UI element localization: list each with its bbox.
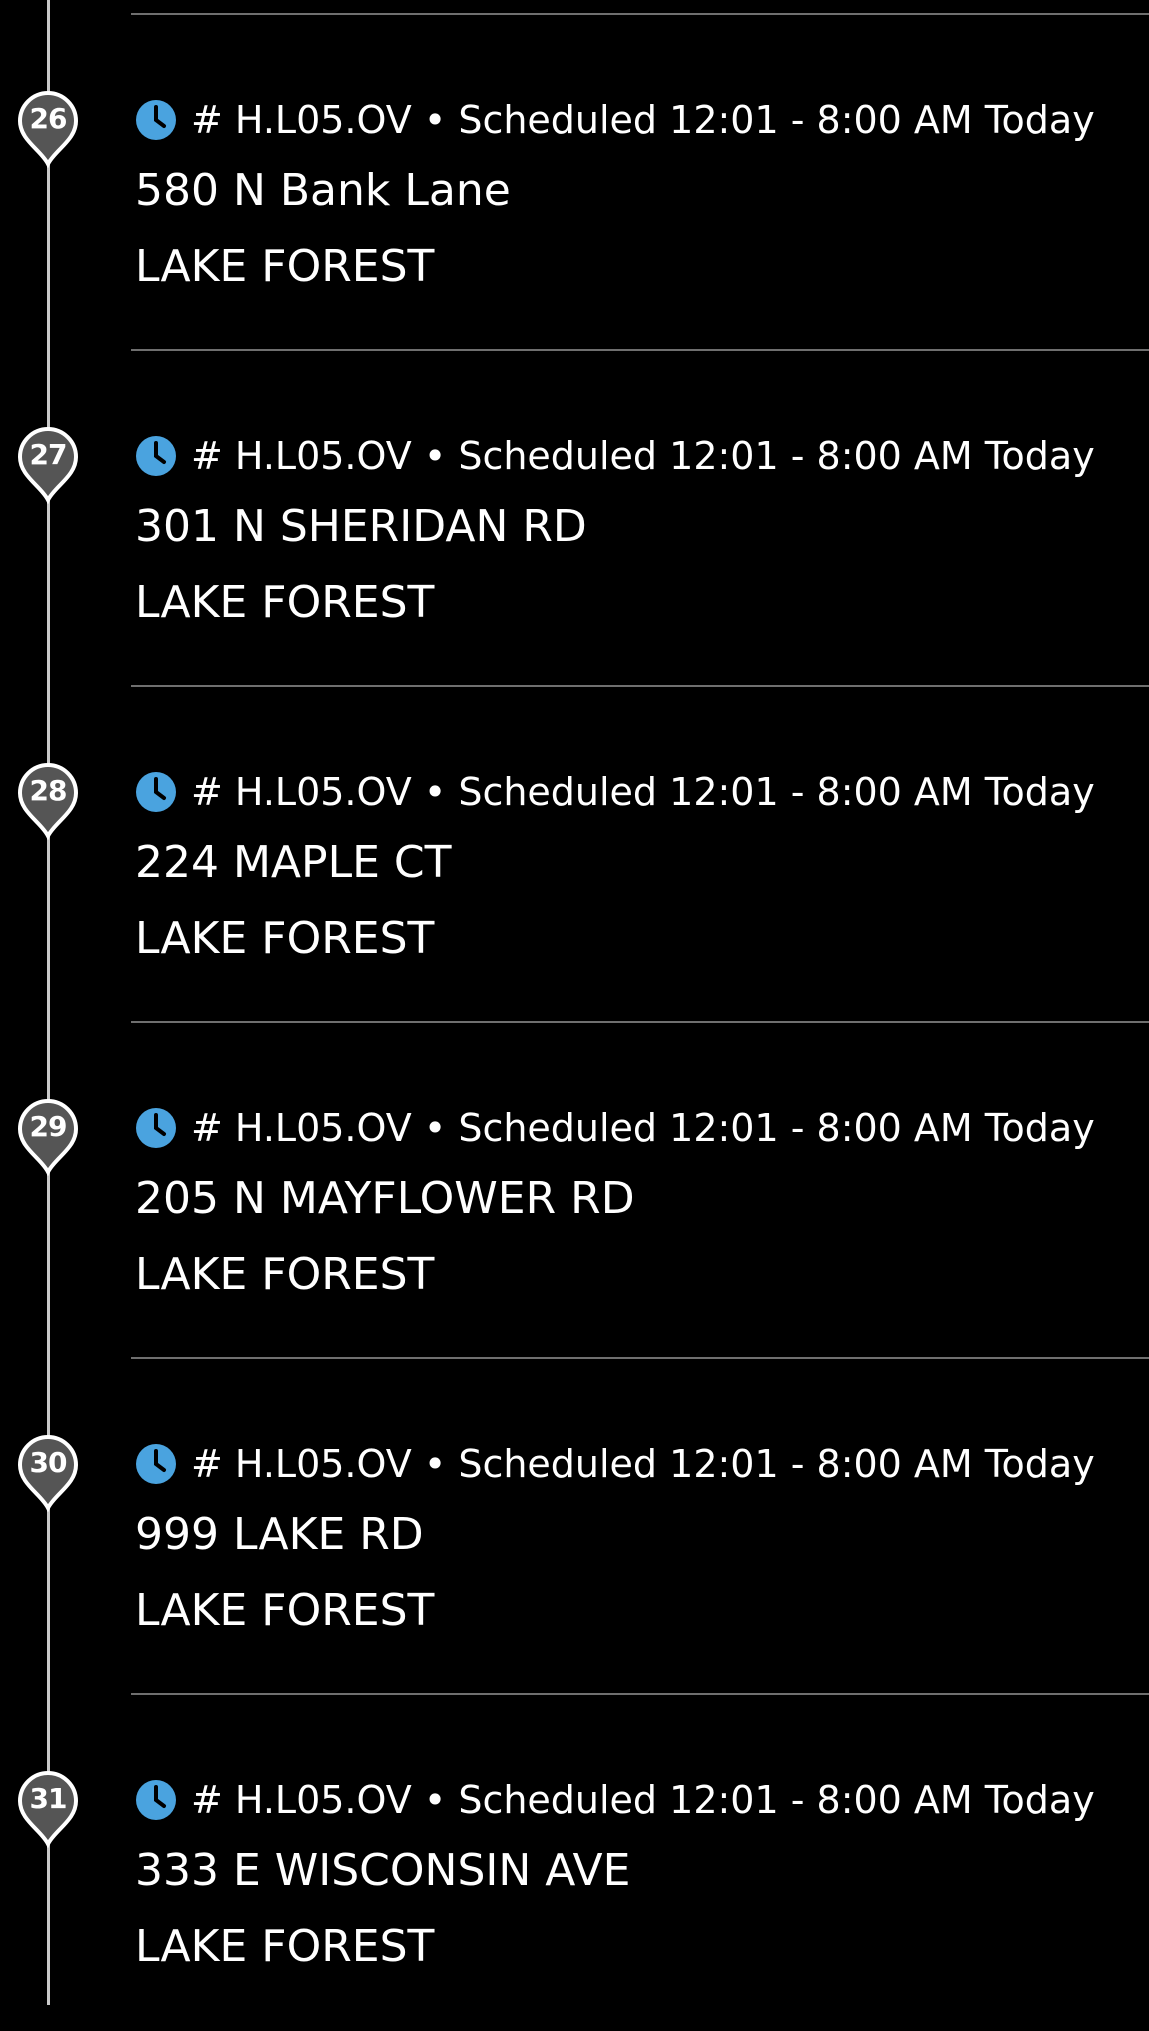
stop-city: LAKE FOREST [135, 1249, 435, 1300]
stop-schedule: # H.L05.OV • Scheduled 12:01 - 8:00 AM T… [191, 1778, 1095, 1822]
stop-number: 28 [29, 774, 68, 807]
stop-address: 333 E WISCONSIN AVE [135, 1845, 631, 1896]
clock-icon [136, 100, 176, 140]
stop-city: LAKE FOREST [135, 1921, 435, 1972]
stop-item-31[interactable]: 31 # H.L05.OV • Scheduled 12:01 - 8:00 A… [0, 1695, 1149, 2031]
stop-city: LAKE FOREST [135, 1585, 435, 1636]
stop-address: 580 N Bank Lane [135, 165, 511, 216]
stop-address: 999 LAKE RD [135, 1509, 424, 1560]
stop-meta: # H.L05.OV • Scheduled 12:01 - 8:00 AM T… [135, 1441, 1095, 1487]
stop-number: 29 [29, 1110, 68, 1143]
stop-schedule: # H.L05.OV • Scheduled 12:01 - 8:00 AM T… [191, 770, 1095, 814]
stop-item-26[interactable]: 26 # H.L05.OV • Scheduled 12:01 - 8:00 A… [0, 15, 1149, 351]
stop-item-28[interactable]: 28 # H.L05.OV • Scheduled 12:01 - 8:00 A… [0, 687, 1149, 1023]
stop-meta: # H.L05.OV • Scheduled 12:01 - 8:00 AM T… [135, 1777, 1095, 1823]
map-pin-icon: 31 [15, 1770, 81, 1848]
clock-icon [136, 1780, 176, 1820]
stop-meta: # H.L05.OV • Scheduled 12:01 - 8:00 AM T… [135, 433, 1095, 479]
stop-schedule: # H.L05.OV • Scheduled 12:01 - 8:00 AM T… [191, 98, 1095, 142]
stop-number: 26 [29, 102, 68, 135]
stop-schedule: # H.L05.OV • Scheduled 12:01 - 8:00 AM T… [191, 1106, 1095, 1150]
map-pin-icon: 30 [15, 1434, 81, 1512]
stop-address: 224 MAPLE CT [135, 837, 452, 888]
stop-item-29[interactable]: 29 # H.L05.OV • Scheduled 12:01 - 8:00 A… [0, 1023, 1149, 1359]
stop-meta: # H.L05.OV • Scheduled 12:01 - 8:00 AM T… [135, 769, 1095, 815]
stop-schedule: # H.L05.OV • Scheduled 12:01 - 8:00 AM T… [191, 434, 1095, 478]
stop-schedule: # H.L05.OV • Scheduled 12:01 - 8:00 AM T… [191, 1442, 1095, 1486]
stop-number: 30 [29, 1446, 68, 1479]
map-pin-icon: 29 [15, 1098, 81, 1176]
clock-icon [136, 1444, 176, 1484]
map-pin-icon: 28 [15, 762, 81, 840]
clock-icon [136, 1108, 176, 1148]
map-pin-icon: 26 [15, 90, 81, 168]
stop-list: 26 # H.L05.OV • Scheduled 12:01 - 8:00 A… [0, 15, 1149, 2031]
stop-item-27[interactable]: 27 # H.L05.OV • Scheduled 12:01 - 8:00 A… [0, 351, 1149, 687]
stop-city: LAKE FOREST [135, 913, 435, 964]
stop-number: 31 [29, 1782, 68, 1815]
stop-address: 301 N SHERIDAN RD [135, 501, 587, 552]
stop-address: 205 N MAYFLOWER RD [135, 1173, 635, 1224]
stop-city: LAKE FOREST [135, 241, 435, 292]
clock-icon [136, 436, 176, 476]
stop-number: 27 [29, 438, 68, 471]
stop-city: LAKE FOREST [135, 577, 435, 628]
stop-item-30[interactable]: 30 # H.L05.OV • Scheduled 12:01 - 8:00 A… [0, 1359, 1149, 1695]
clock-icon [136, 772, 176, 812]
stop-meta: # H.L05.OV • Scheduled 12:01 - 8:00 AM T… [135, 1105, 1095, 1151]
map-pin-icon: 27 [15, 426, 81, 504]
stop-meta: # H.L05.OV • Scheduled 12:01 - 8:00 AM T… [135, 97, 1095, 143]
